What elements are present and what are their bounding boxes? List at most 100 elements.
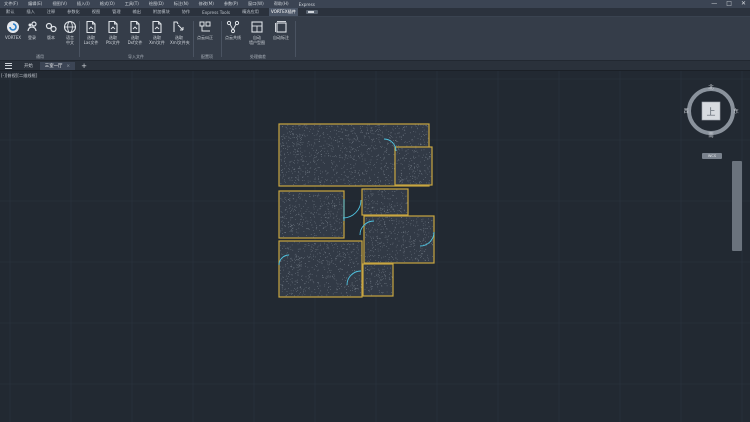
compass-south[interactable]: 南: [708, 131, 714, 139]
menu-hamburger-icon[interactable]: [4, 62, 13, 69]
login-icon: [23, 20, 41, 34]
menu-item[interactable]: 视图(V): [52, 1, 67, 7]
ribbon-group-caption: 配置项: [201, 54, 213, 59]
collinear-icon: [224, 20, 242, 34]
folder-icon: [170, 20, 188, 34]
ribbon-button-label: VORTEX: [4, 35, 21, 40]
ribbon-button-label: 点云纠正: [197, 35, 213, 40]
floorplan-icon: [248, 20, 266, 34]
ribbon-tab[interactable]: 默认: [4, 8, 16, 16]
ribbon-button-label: 选取 Pts文件: [105, 35, 121, 45]
viewcube-top-label: 上: [706, 107, 715, 118]
ribbon-group: 点云共线 自动 墙户型图 自动标注处理偏差: [222, 17, 296, 61]
pts-file-icon: [104, 20, 122, 34]
point-cloud-floorplan[interactable]: [0, 71, 750, 422]
ribbon-button[interactable]: 登录: [23, 20, 41, 40]
compass-east[interactable]: 东: [733, 107, 739, 115]
ribbon-button-label: 登录: [28, 35, 36, 40]
ribbon-group: 选取 Las文件 选取 Pts文件 选取 Dxf文件 选取 Xml文件 选取 Xml文件…: [80, 17, 194, 61]
room[interactable]: [394, 146, 433, 186]
door-swing-arc: [342, 199, 362, 219]
ribbon-tab[interactable]: 输出: [131, 8, 143, 16]
ribbon-tab[interactable]: VORTEX插件: [268, 8, 298, 16]
menu-item[interactable]: 插入(I): [77, 1, 90, 7]
ribbon-tab[interactable]: 注释: [45, 8, 57, 16]
ribbon-button[interactable]: 自动 墙户型图: [248, 20, 266, 45]
dxf-file-icon: [126, 20, 144, 34]
ribbon-separator: [295, 21, 296, 57]
menu-item[interactable]: 编辑(E): [28, 1, 42, 7]
vertical-scrollbar[interactable]: [732, 161, 742, 251]
ribbon-tab[interactable]: 视图: [90, 8, 102, 16]
menu-item[interactable]: 窗口(W): [248, 1, 264, 7]
new-tab-button[interactable]: +: [81, 62, 87, 70]
ribbon-tab[interactable]: Express Tools: [200, 9, 232, 16]
menu-item[interactable]: 工具(T): [125, 1, 139, 7]
ribbon-group: 点云纠正 配置项: [194, 17, 222, 61]
ribbon-group-caption: 处理偏差: [250, 54, 266, 59]
ribbon-button[interactable]: 点云共线: [224, 20, 242, 40]
ribbon-button[interactable]: 语言 中文: [61, 20, 79, 45]
compass-north[interactable]: 北: [708, 83, 714, 91]
menu-item[interactable]: 绘图(D): [149, 1, 164, 7]
room[interactable]: [362, 263, 394, 297]
menu-item[interactable]: 修改(M): [199, 1, 214, 7]
menu-bar: 文件(F) 编辑(E) 视图(V) 插入(I) 格式(O) 工具(T) 绘图(D) 标注(N)…: [0, 0, 750, 8]
cloud-correct-icon: [196, 20, 214, 34]
menu-item[interactable]: 标注(N): [174, 1, 189, 7]
close-tab-icon[interactable]: ×: [66, 64, 70, 69]
ribbon-group-caption: 通用: [36, 54, 44, 59]
ribbon-tab-bar: 默认 插入 注释 参数化 视图 管理 输出 附加模块 协作 Express Tools 精选应用 VO…: [0, 8, 750, 17]
ribbon-button[interactable]: VORTEX: [4, 20, 22, 40]
ribbon-tab[interactable]: 插入: [24, 8, 36, 16]
doc-tab-start[interactable]: 开始: [19, 62, 38, 70]
minimize-button[interactable]: —: [711, 0, 717, 8]
ribbon-tab[interactable]: 参数化: [65, 8, 82, 16]
doc-tab-label: 开始: [24, 63, 33, 69]
ribbon-button-label: 选取 Las文件: [83, 35, 99, 45]
ribbon-button-label: 选取 Xml文件: [149, 35, 165, 45]
vortex-logo-icon: [4, 20, 22, 34]
version-icon: [42, 20, 60, 34]
ribbon-group-caption: 导入文件: [128, 54, 144, 59]
ribbon-tab[interactable]: 附加模块: [151, 8, 172, 16]
ribbon-tab[interactable]: 协作: [180, 8, 192, 16]
xml-file-icon: [148, 20, 166, 34]
doc-tab-label: 三室一厅: [44, 63, 63, 69]
ribbon-button[interactable]: 自动标注: [272, 20, 290, 40]
ribbon-button-label: 语言 中文: [66, 35, 74, 45]
ribbon-group: VORTEX 登录 版本 语言 中文通用: [2, 17, 80, 61]
room[interactable]: [361, 188, 409, 216]
room[interactable]: [278, 240, 363, 298]
ribbon-button[interactable]: 版本: [42, 20, 60, 40]
menu-item[interactable]: 格式(O): [100, 1, 115, 7]
ribbon-button[interactable]: 选取 Dxf文件: [126, 20, 144, 45]
menu-item[interactable]: 文件(F): [4, 1, 18, 7]
wcs-dropdown[interactable]: WCS: [702, 153, 722, 159]
compass-west[interactable]: 西: [684, 108, 689, 115]
ribbon-button[interactable]: 点云纠正: [196, 20, 214, 40]
globe-icon: [61, 20, 79, 34]
window-controls: — □ ✕: [702, 0, 746, 8]
doc-tab-drawing[interactable]: 三室一厅 ×: [39, 61, 76, 70]
room[interactable]: [278, 190, 345, 239]
ribbon-button[interactable]: 选取 Xml文件夹: [170, 20, 190, 45]
ribbon-button[interactable]: 选取 Pts文件: [104, 20, 122, 45]
room[interactable]: [363, 215, 435, 264]
menu-item[interactable]: Express: [299, 2, 315, 7]
ribbon-button-label: 点云共线: [225, 35, 241, 40]
drawing-viewport[interactable]: [-][俯视][二维线框] 上 北 南 东 西 WCS: [0, 71, 750, 422]
ribbon-tab[interactable]: 精选应用: [240, 8, 261, 16]
viewcube[interactable]: 上 北 南 东 西 WCS: [684, 81, 740, 161]
ribbon-button-label: 自动 墙户型图: [249, 35, 265, 45]
ribbon-button[interactable]: 选取 Xml文件: [148, 20, 166, 45]
menu-item[interactable]: 帮助(H): [274, 1, 289, 7]
ribbon-toggle-icon[interactable]: [305, 10, 318, 14]
menu-item[interactable]: 参数(P): [224, 1, 238, 7]
maximize-button[interactable]: □: [726, 0, 732, 8]
ribbon-tab[interactable]: 管理: [110, 8, 122, 16]
auto-dimension-icon: [272, 20, 290, 34]
close-window-button[interactable]: ✕: [741, 0, 746, 8]
las-file-icon: [82, 20, 100, 34]
ribbon-button[interactable]: 选取 Las文件: [82, 20, 100, 45]
